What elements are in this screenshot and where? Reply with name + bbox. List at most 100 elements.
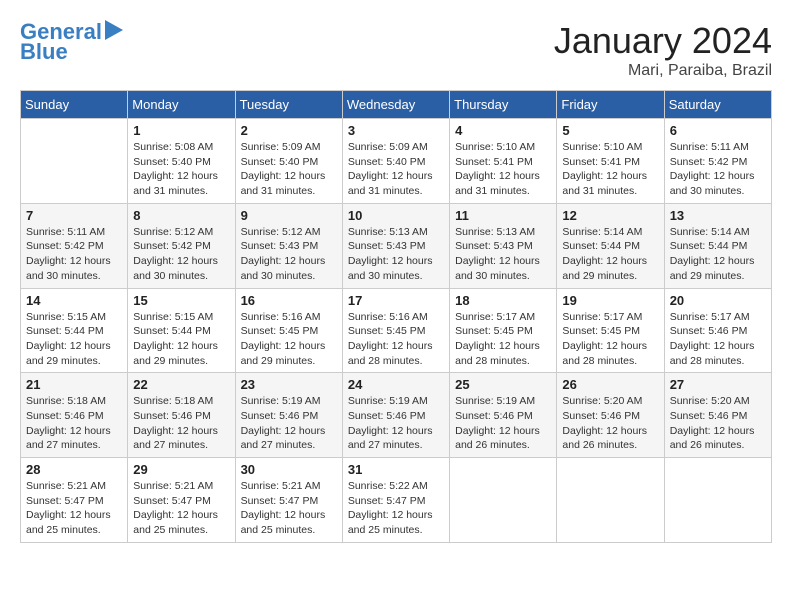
calendar-cell: 18 Sunrise: 5:17 AMSunset: 5:45 PMDayligh… bbox=[450, 288, 557, 373]
day-number: 26 bbox=[562, 377, 658, 392]
calendar-cell: 4Sunrise: 5:10 AMSunset: 5:41 PMDaylight… bbox=[450, 119, 557, 204]
day-number: 5 bbox=[562, 123, 658, 138]
calendar-cell: 26 Sunrise: 5:20 AMSunset: 5:46 PMDayligh… bbox=[557, 373, 664, 458]
weekday-header-sunday: Sunday bbox=[21, 91, 128, 119]
day-info: Sunrise: 5:10 AMSunset: 5:41 PMDaylight:… bbox=[455, 140, 551, 199]
calendar-cell: 10 Sunrise: 5:13 AMSunset: 5:43 PMDayligh… bbox=[342, 203, 449, 288]
day-number: 24 bbox=[348, 377, 444, 392]
day-info: Sunrise: 5:11 AMSunset: 5:42 PMDaylight:… bbox=[670, 140, 766, 199]
weekday-header-row: SundayMondayTuesdayWednesdayThursdayFrid… bbox=[21, 91, 772, 119]
day-number: 29 bbox=[133, 462, 229, 477]
day-info: Sunrise: 5:21 AMSunset: 5:47 PMDaylight:… bbox=[26, 479, 122, 538]
calendar-cell: 11Sunrise: 5:13 AMSunset: 5:43 PMDayligh… bbox=[450, 203, 557, 288]
day-info: Sunrise: 5:16 AMSunset: 5:45 PMDaylight:… bbox=[241, 310, 337, 369]
day-number: 16 bbox=[241, 293, 337, 308]
weekday-header-thursday: Thursday bbox=[450, 91, 557, 119]
weekday-header-monday: Monday bbox=[128, 91, 235, 119]
day-info: Sunrise: 5:19 AMSunset: 5:46 PMDaylight:… bbox=[241, 394, 337, 453]
calendar-cell: 17 Sunrise: 5:16 AMSunset: 5:45 PMDayligh… bbox=[342, 288, 449, 373]
weekday-header-wednesday: Wednesday bbox=[342, 91, 449, 119]
day-info: Sunrise: 5:17 AMSunset: 5:45 PMDaylight:… bbox=[562, 310, 658, 369]
day-info: Sunrise: 5:21 AMSunset: 5:47 PMDaylight:… bbox=[241, 479, 337, 538]
calendar-cell: 23 Sunrise: 5:19 AMSunset: 5:46 PMDayligh… bbox=[235, 373, 342, 458]
day-number: 2 bbox=[241, 123, 337, 138]
day-info: Sunrise: 5:13 AMSunset: 5:43 PMDaylight:… bbox=[348, 225, 444, 284]
logo-arrow-icon bbox=[105, 20, 123, 40]
day-info: Sunrise: 5:12 AMSunset: 5:42 PMDaylight:… bbox=[133, 225, 229, 284]
day-number: 1 bbox=[133, 123, 229, 138]
calendar-cell bbox=[557, 458, 664, 543]
day-number: 25 bbox=[455, 377, 551, 392]
calendar-table: SundayMondayTuesdayWednesdayThursdayFrid… bbox=[20, 90, 772, 543]
logo: General Blue bbox=[20, 20, 123, 64]
day-info: Sunrise: 5:15 AMSunset: 5:44 PMDaylight:… bbox=[133, 310, 229, 369]
calendar-cell: 12 Sunrise: 5:14 AMSunset: 5:44 PMDayligh… bbox=[557, 203, 664, 288]
day-number: 23 bbox=[241, 377, 337, 392]
calendar-cell: 19 Sunrise: 5:17 AMSunset: 5:45 PMDayligh… bbox=[557, 288, 664, 373]
day-info: Sunrise: 5:17 AMSunset: 5:45 PMDaylight:… bbox=[455, 310, 551, 369]
day-info: Sunrise: 5:08 AMSunset: 5:40 PMDaylight:… bbox=[133, 140, 229, 199]
calendar-cell: 5 Sunrise: 5:10 AMSunset: 5:41 PMDaylight… bbox=[557, 119, 664, 204]
calendar-cell: 28 Sunrise: 5:21 AMSunset: 5:47 PMDayligh… bbox=[21, 458, 128, 543]
day-number: 19 bbox=[562, 293, 658, 308]
calendar-cell: 14Sunrise: 5:15 AMSunset: 5:44 PMDayligh… bbox=[21, 288, 128, 373]
weekday-header-saturday: Saturday bbox=[664, 91, 771, 119]
day-info: Sunrise: 5:12 AMSunset: 5:43 PMDaylight:… bbox=[241, 225, 337, 284]
day-info: Sunrise: 5:10 AMSunset: 5:41 PMDaylight:… bbox=[562, 140, 658, 199]
day-number: 28 bbox=[26, 462, 122, 477]
day-info: Sunrise: 5:19 AMSunset: 5:46 PMDaylight:… bbox=[348, 394, 444, 453]
calendar-cell: 13Sunrise: 5:14 AMSunset: 5:44 PMDayligh… bbox=[664, 203, 771, 288]
day-number: 18 bbox=[455, 293, 551, 308]
week-row-5: 28 Sunrise: 5:21 AMSunset: 5:47 PMDayligh… bbox=[21, 458, 772, 543]
day-number: 31 bbox=[348, 462, 444, 477]
day-info: Sunrise: 5:19 AMSunset: 5:46 PMDaylight:… bbox=[455, 394, 551, 453]
calendar-cell: 9 Sunrise: 5:12 AMSunset: 5:43 PMDaylight… bbox=[235, 203, 342, 288]
day-number: 3 bbox=[348, 123, 444, 138]
day-info: Sunrise: 5:09 AMSunset: 5:40 PMDaylight:… bbox=[241, 140, 337, 199]
calendar-cell bbox=[664, 458, 771, 543]
day-number: 9 bbox=[241, 208, 337, 223]
calendar-cell: 21 Sunrise: 5:18 AMSunset: 5:46 PMDayligh… bbox=[21, 373, 128, 458]
day-number: 12 bbox=[562, 208, 658, 223]
day-number: 11 bbox=[455, 208, 551, 223]
calendar-cell: 8 Sunrise: 5:12 AMSunset: 5:42 PMDaylight… bbox=[128, 203, 235, 288]
calendar-cell: 22 Sunrise: 5:18 AMSunset: 5:46 PMDayligh… bbox=[128, 373, 235, 458]
day-number: 7 bbox=[26, 208, 122, 223]
day-info: Sunrise: 5:14 AMSunset: 5:44 PMDaylight:… bbox=[562, 225, 658, 284]
calendar-cell: 6 Sunrise: 5:11 AMSunset: 5:42 PMDaylight… bbox=[664, 119, 771, 204]
calendar-cell: 20Sunrise: 5:17 AMSunset: 5:46 PMDayligh… bbox=[664, 288, 771, 373]
title-area: January 2024 Mari, Paraiba, Brazil bbox=[554, 20, 772, 80]
day-number: 8 bbox=[133, 208, 229, 223]
day-info: Sunrise: 5:20 AMSunset: 5:46 PMDaylight:… bbox=[562, 394, 658, 453]
day-info: Sunrise: 5:21 AMSunset: 5:47 PMDaylight:… bbox=[133, 479, 229, 538]
calendar-cell bbox=[450, 458, 557, 543]
calendar-cell: 1 Sunrise: 5:08 AMSunset: 5:40 PMDaylight… bbox=[128, 119, 235, 204]
day-number: 17 bbox=[348, 293, 444, 308]
week-row-3: 14 Sunrise: 5:15 AMSunset: 5:44 PMDayligh… bbox=[21, 288, 772, 373]
day-info: Sunrise: 5:18 AMSunset: 5:46 PMDaylight:… bbox=[133, 394, 229, 453]
calendar-cell: 15 Sunrise: 5:15 AMSunset: 5:44 PMDayligh… bbox=[128, 288, 235, 373]
day-info: Sunrise: 5:09 AMSunset: 5:40 PMDaylight:… bbox=[348, 140, 444, 199]
logo-blue-text: Blue bbox=[20, 40, 68, 64]
day-info: Sunrise: 5:11 AMSunset: 5:42 PMDaylight:… bbox=[26, 225, 122, 284]
location-title: Mari, Paraiba, Brazil bbox=[554, 62, 772, 80]
day-number: 20 bbox=[670, 293, 766, 308]
day-number: 15 bbox=[133, 293, 229, 308]
day-number: 10 bbox=[348, 208, 444, 223]
month-title: January 2024 bbox=[554, 20, 772, 62]
day-number: 6 bbox=[670, 123, 766, 138]
day-info: Sunrise: 5:18 AMSunset: 5:46 PMDaylight:… bbox=[26, 394, 122, 453]
calendar-cell: 27 Sunrise: 5:20 AMSunset: 5:46 PMDayligh… bbox=[664, 373, 771, 458]
day-info: Sunrise: 5:20 AMSunset: 5:46 PMDaylight:… bbox=[670, 394, 766, 453]
day-info: Sunrise: 5:16 AMSunset: 5:45 PMDaylight:… bbox=[348, 310, 444, 369]
day-number: 30 bbox=[241, 462, 337, 477]
calendar-cell: 24 Sunrise: 5:19 AMSunset: 5:46 PMDayligh… bbox=[342, 373, 449, 458]
day-number: 21 bbox=[26, 377, 122, 392]
day-number: 22 bbox=[133, 377, 229, 392]
header: General Blue January 2024 Mari, Paraiba,… bbox=[20, 20, 772, 80]
calendar-cell: 30 Sunrise: 5:21 AMSunset: 5:47 PMDayligh… bbox=[235, 458, 342, 543]
day-number: 27 bbox=[670, 377, 766, 392]
day-number: 14 bbox=[26, 293, 122, 308]
calendar-cell: 3 Sunrise: 5:09 AMSunset: 5:40 PMDaylight… bbox=[342, 119, 449, 204]
calendar-cell: 31Sunrise: 5:22 AMSunset: 5:47 PMDayligh… bbox=[342, 458, 449, 543]
